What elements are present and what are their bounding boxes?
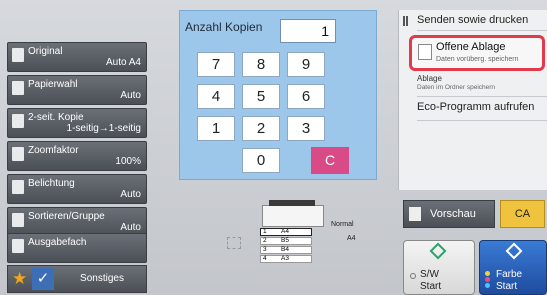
bottom-toolbar: ★ ✓ Sonstiges: [7, 265, 147, 293]
key-9[interactable]: 9: [287, 52, 325, 77]
output-tray-button[interactable]: Ausgabefach: [7, 233, 147, 263]
bw-dot-icon: [410, 273, 416, 279]
original-value: Auto A4: [105, 57, 141, 68]
output-type-label: Normal: [331, 221, 354, 228]
exposure-button[interactable]: Belichtung Auto: [7, 174, 147, 204]
key-2[interactable]: 2: [242, 116, 280, 141]
sort-value: Auto: [120, 222, 141, 233]
key-5[interactable]: 5: [242, 84, 280, 109]
star-icon[interactable]: ★: [12, 269, 27, 289]
sort-title: Sortieren/Gruppe: [28, 211, 105, 222]
duplex-title: 2-seit. Kopie: [28, 112, 84, 123]
menu-header[interactable]: Senden sowie drucken: [417, 14, 528, 26]
exposure-value: Auto: [120, 189, 141, 200]
zoom-title: Zoomfaktor: [28, 145, 79, 156]
duplex-icon: [12, 114, 24, 128]
preview-icon: [409, 207, 421, 221]
bw-start-label: Start: [420, 281, 442, 292]
ablage-item[interactable]: Ablage: [417, 74, 442, 83]
checkbox-icon[interactable]: [418, 44, 432, 60]
key-3[interactable]: 3: [287, 116, 325, 141]
grip-icon[interactable]: [403, 16, 408, 26]
papierwahl-value: Auto: [120, 90, 141, 101]
preview-label: Vorschau: [430, 208, 476, 220]
tray-2[interactable]: 2 B5: [260, 237, 312, 245]
copy-count-label: Anzahl Kopien: [185, 20, 263, 34]
key-8[interactable]: 8: [242, 52, 280, 77]
start-diamond-icon: [505, 242, 523, 260]
copy-count-field[interactable]: 1: [280, 19, 336, 43]
paper-icon: [12, 81, 24, 95]
tray-3[interactable]: 3 B4: [260, 246, 312, 254]
zoom-icon: [12, 147, 24, 161]
action-menu: Senden sowie drucken Offene Ablage Daten…: [398, 10, 547, 190]
bw-start-button[interactable]: S/W Start: [403, 240, 475, 295]
tray-1[interactable]: 1 A4: [260, 228, 312, 236]
papierwahl-title: Papierwahl: [28, 79, 78, 90]
color-start-button[interactable]: Farbe Start: [479, 240, 547, 295]
color-start-label: Start: [496, 281, 518, 292]
key-1[interactable]: 1: [197, 116, 235, 141]
output-tray-title: Ausgabefach: [28, 237, 87, 248]
output-tray-icon: [12, 239, 24, 253]
clear-all-button[interactable]: CA: [500, 200, 545, 228]
duplex-value: 1-seitig→1-seitig: [66, 123, 141, 134]
bw-label: S/W: [420, 269, 439, 280]
copy-count-keypad: Anzahl Kopien 1 7 8 9 4 5 6 1 2 3 0 C: [179, 10, 377, 180]
divider: [417, 96, 547, 97]
paper-trays: 1 A4 2 B5 3 B4 4 A3: [260, 228, 322, 266]
tray-4[interactable]: 4 A3: [260, 255, 312, 263]
key-7[interactable]: 7: [197, 52, 235, 77]
zoom-value: 100%: [115, 156, 141, 167]
copier-screen: Original Auto A4 Papierwahl Auto 2-seit.…: [0, 0, 547, 295]
scanner-lid: [269, 200, 315, 206]
option-subtitle: Daten vorüberg. speichern: [436, 56, 519, 63]
divider: [417, 120, 547, 121]
ablage-subtitle: Daten im Ordner speichern: [417, 84, 496, 91]
zoom-button[interactable]: Zoomfaktor 100%: [7, 141, 147, 171]
exposure-icon: [12, 180, 24, 194]
duplex-button[interactable]: 2-seit. Kopie 1-seitig→1-seitig: [7, 108, 147, 138]
key-0[interactable]: 0: [242, 148, 280, 173]
start-diamond-icon: [429, 242, 447, 260]
color-dots-icon: [485, 271, 493, 288]
preview-button[interactable]: Vorschau: [403, 200, 495, 228]
original-title: Original: [28, 46, 63, 57]
eco-program-item[interactable]: Eco-Programm aufrufen: [417, 101, 534, 113]
original-button[interactable]: Original Auto A4: [7, 42, 147, 72]
key-4[interactable]: 4: [197, 84, 235, 109]
option-title: Offene Ablage: [436, 41, 506, 53]
copier-illustration: [262, 200, 324, 227]
offene-ablage-option[interactable]: Offene Ablage Daten vorüberg. speichern: [409, 35, 545, 71]
divider: [417, 30, 547, 31]
output-size-label: A4: [347, 235, 356, 242]
color-label: Farbe: [496, 269, 523, 280]
bypass-tray-icon: [227, 237, 241, 249]
key-6[interactable]: 6: [287, 84, 325, 109]
sort-icon: [12, 213, 24, 227]
clear-key[interactable]: C: [311, 147, 349, 174]
check-icon[interactable]: ✓: [32, 268, 54, 290]
exposure-title: Belichtung: [28, 178, 75, 189]
papierwahl-button[interactable]: Papierwahl Auto: [7, 75, 147, 105]
sonstiges-button[interactable]: Sonstiges: [60, 268, 144, 290]
original-icon: [12, 48, 24, 62]
